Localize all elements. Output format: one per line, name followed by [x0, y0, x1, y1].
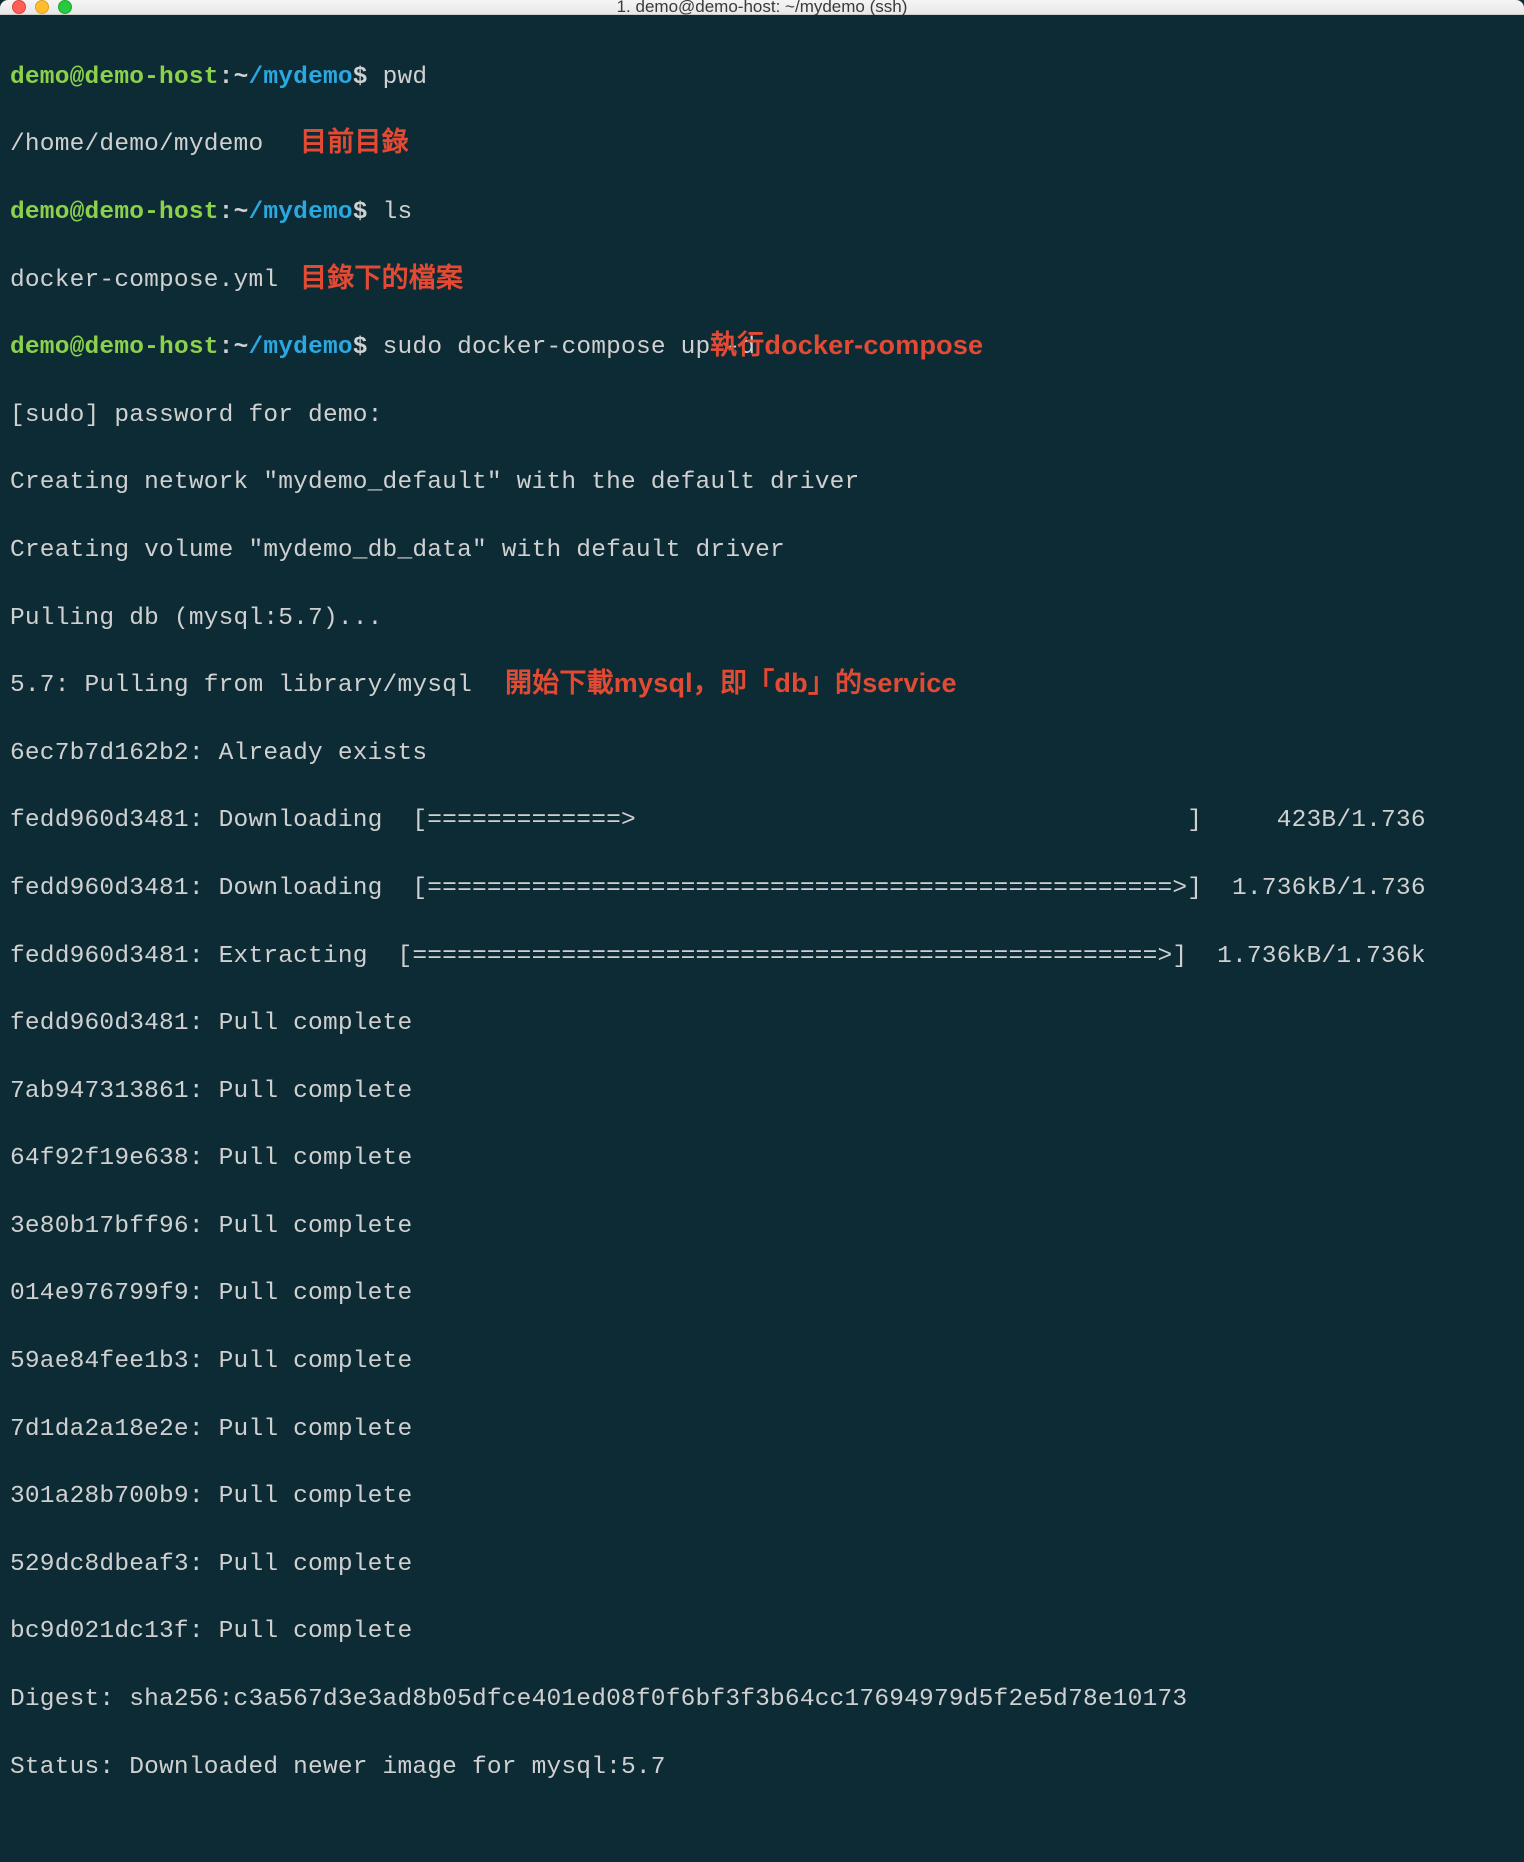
- output-sudo-prompt: [sudo] password for demo:: [10, 399, 1514, 433]
- prompt-slash: /: [248, 64, 263, 91]
- prompt-colon: :: [219, 334, 234, 361]
- output-pull-from-text: 5.7: Pulling from library/mysql: [10, 672, 472, 699]
- cmd-ls: ls: [383, 199, 413, 226]
- titlebar: 1. demo@demo-host: ~/mydemo (ssh): [0, 0, 1524, 15]
- output-pc4: 3e80b17bff96: Pull complete: [10, 1210, 1514, 1244]
- prompt-dir: mydemo: [263, 334, 352, 361]
- prompt-dollar: $: [353, 199, 368, 226]
- prompt-line-pwd: demo@demo-host:~/mydemo$ pwd: [10, 61, 1514, 95]
- output-layer-exists: 6ec7b7d162b2: Already exists: [10, 737, 1514, 771]
- prompt-line-compose: demo@demo-host:~/mydemo$ sudo docker-com…: [10, 331, 1514, 365]
- output-pwd-text: /home/demo/mydemo: [10, 131, 263, 158]
- output-status: Status: Downloaded newer image for mysql…: [10, 1751, 1514, 1785]
- output-ls: docker-compose.yml目錄下的檔案: [10, 264, 1514, 298]
- prompt-tilde: ~: [234, 64, 249, 91]
- prompt-tilde: ~: [234, 334, 249, 361]
- close-icon[interactable]: [12, 0, 26, 14]
- prompt-at: @: [70, 64, 85, 91]
- output-net: Creating network "mydemo_default" with t…: [10, 466, 1514, 500]
- annotation-download-mysql: 開始下載mysql，即「db」的service: [505, 665, 957, 702]
- prompt-at: @: [70, 334, 85, 361]
- output-pc5: 014e976799f9: Pull complete: [10, 1277, 1514, 1311]
- prompt-tilde: ~: [234, 199, 249, 226]
- prompt-colon: :: [219, 199, 234, 226]
- output-pc8: 301a28b700b9: Pull complete: [10, 1480, 1514, 1514]
- minimize-icon[interactable]: [35, 0, 49, 14]
- output-ext: fedd960d3481: Extracting [==============…: [10, 940, 1514, 974]
- zoom-icon[interactable]: [58, 0, 72, 14]
- prompt-user: demo: [10, 64, 70, 91]
- terminal-window: 1. demo@demo-host: ~/mydemo (ssh) demo@d…: [0, 0, 1524, 1093]
- output-pull-from: 5.7: Pulling from library/mysql開始下載mysql…: [10, 669, 1514, 703]
- prompt-slash: /: [248, 334, 263, 361]
- output-pc10: bc9d021dc13f: Pull complete: [10, 1615, 1514, 1649]
- output-dl2: fedd960d3481: Downloading [=============…: [10, 872, 1514, 906]
- prompt-host: demo-host: [85, 334, 219, 361]
- output-vol: Creating volume "mydemo_db_data" with de…: [10, 534, 1514, 568]
- prompt-user: demo: [10, 334, 70, 361]
- output-pc1: fedd960d3481: Pull complete: [10, 1007, 1514, 1041]
- output-pc3: 64f92f19e638: Pull complete: [10, 1142, 1514, 1176]
- prompt-host: demo-host: [85, 199, 219, 226]
- prompt-at: @: [70, 199, 85, 226]
- output-pc2: 7ab947313861: Pull complete: [10, 1075, 1514, 1109]
- prompt-dollar: $: [353, 64, 368, 91]
- prompt-dir: mydemo: [263, 64, 352, 91]
- prompt-line-ls: demo@demo-host:~/mydemo$ ls: [10, 196, 1514, 230]
- annotation-cwd: 目前目錄: [300, 124, 409, 161]
- output-pull-db: Pulling db (mysql:5.7)...: [10, 602, 1514, 636]
- output-pwd: /home/demo/mydemo目前目錄: [10, 128, 1514, 162]
- output-digest: Digest: sha256:c3a567d3e3ad8b05dfce401ed…: [10, 1683, 1514, 1717]
- cmd-pwd: pwd: [383, 64, 428, 91]
- traffic-lights: [12, 0, 72, 14]
- annotation-run-compose: 執行docker-compose: [710, 327, 983, 364]
- terminal-body[interactable]: demo@demo-host:~/mydemo$ pwd /home/demo/…: [0, 15, 1524, 1862]
- prompt-colon: :: [219, 64, 234, 91]
- output-pc6: 59ae84fee1b3: Pull complete: [10, 1345, 1514, 1379]
- prompt-slash: /: [248, 199, 263, 226]
- prompt-host: demo-host: [85, 64, 219, 91]
- prompt-dir: mydemo: [263, 199, 352, 226]
- output-ls-text: docker-compose.yml: [10, 267, 278, 294]
- prompt-user: demo: [10, 199, 70, 226]
- output-pc7: 7d1da2a18e2e: Pull complete: [10, 1413, 1514, 1447]
- prompt-dollar: $: [353, 334, 368, 361]
- output-pc9: 529dc8dbeaf3: Pull complete: [10, 1548, 1514, 1582]
- annotation-files: 目錄下的檔案: [300, 260, 463, 297]
- cmd-compose: sudo docker-compose up -d: [383, 334, 756, 361]
- output-dl1: fedd960d3481: Downloading [=============…: [10, 804, 1514, 838]
